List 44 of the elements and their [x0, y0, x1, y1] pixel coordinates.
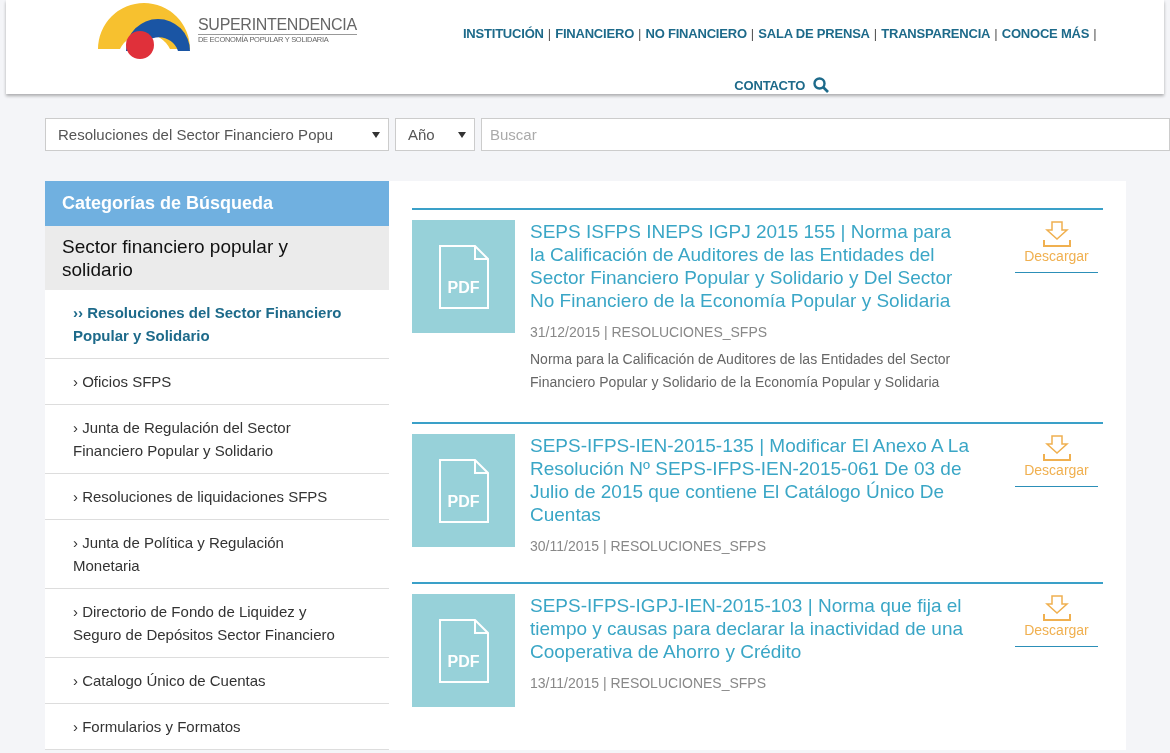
sidebar-item[interactable]: › Junta de Política y Regulación Monetaria [45, 520, 389, 589]
nav-separator: | [547, 26, 552, 41]
sidebar-item[interactable]: › Resoluciones de liquidaciones SFPS [45, 474, 389, 520]
nav-separator: | [994, 26, 998, 41]
year-dropdown[interactable]: Año [395, 118, 475, 151]
caret-icon [458, 131, 466, 138]
nav-link[interactable]: INSTITUCIÓN [462, 26, 544, 41]
nav-separator: | [873, 26, 878, 41]
search-field[interactable]: Buscar [481, 118, 1170, 151]
result-meta: 31/12/2015 | RESOLUCIONES_SFPS [530, 324, 769, 340]
download-icon [1040, 594, 1073, 622]
result-description: Norma para la Calificación de Auditores de las Entidades del Sector Financiero Popular y Solidario de la Economía Popular y Solidaria [530, 350, 952, 392]
nav-link[interactable]: CONOCE MÁS [1001, 26, 1090, 41]
category-dropdown[interactable]: Resoluciones del Sector Financiero Popu [45, 118, 389, 151]
nav-link[interactable]: SALA DE PRENSA [758, 26, 870, 41]
nav-link[interactable]: TRANSPARENCIA [881, 26, 991, 41]
pdf-label: PDF [446, 652, 481, 671]
pdf-label: PDF [446, 492, 481, 511]
logo-name: SUPERINTENDENCIA [198, 16, 357, 35]
document-icon [438, 618, 489, 683]
nav-separator: | [750, 26, 755, 41]
nav-separator: | [638, 26, 642, 41]
nav-link[interactable]: NO FINANCIERO [645, 26, 747, 41]
caret-icon [372, 131, 380, 138]
document-icon [438, 244, 489, 309]
sidebar-item[interactable]: › Catalogo Único de Cuentas [45, 658, 389, 704]
result-meta: 13/11/2015 | RESOLUCIONES_SFPS [530, 675, 768, 691]
document-icon [438, 458, 489, 523]
sidebar-section: Sector financiero popular y solidario [45, 226, 389, 290]
download-icon [1040, 434, 1073, 462]
pdf-label: PDF [446, 278, 481, 297]
result-meta: 30/11/2015 | RESOLUCIONES_SFPS [530, 538, 768, 554]
sidebar-item[interactable]: › Oficios SFPS [45, 359, 389, 405]
download-icon [1040, 220, 1073, 248]
sidebar-item[interactable]: › Formularios y Formatos [45, 704, 389, 750]
nav-separator: | [1093, 26, 1097, 41]
search-icon[interactable] [813, 77, 830, 93]
nav-link[interactable]: FINANCIERO [555, 26, 635, 41]
nav-link[interactable]: CONTACTO [734, 77, 806, 93]
sidebar-item[interactable]: › Junta de Regulación del Sector Financiero Popular y Solidario [45, 405, 389, 474]
sidebar-title: Categorías de Búsqueda [45, 181, 389, 226]
logo-icon [96, 1, 192, 59]
sidebar-item[interactable]: ›› Resoluciones del Sector Financiero Popular y Solidario [45, 290, 389, 359]
sidebar-item[interactable]: › Directorio de Fondo de Liquidez y Seguro de Depósitos Sector Financiero [45, 589, 389, 658]
